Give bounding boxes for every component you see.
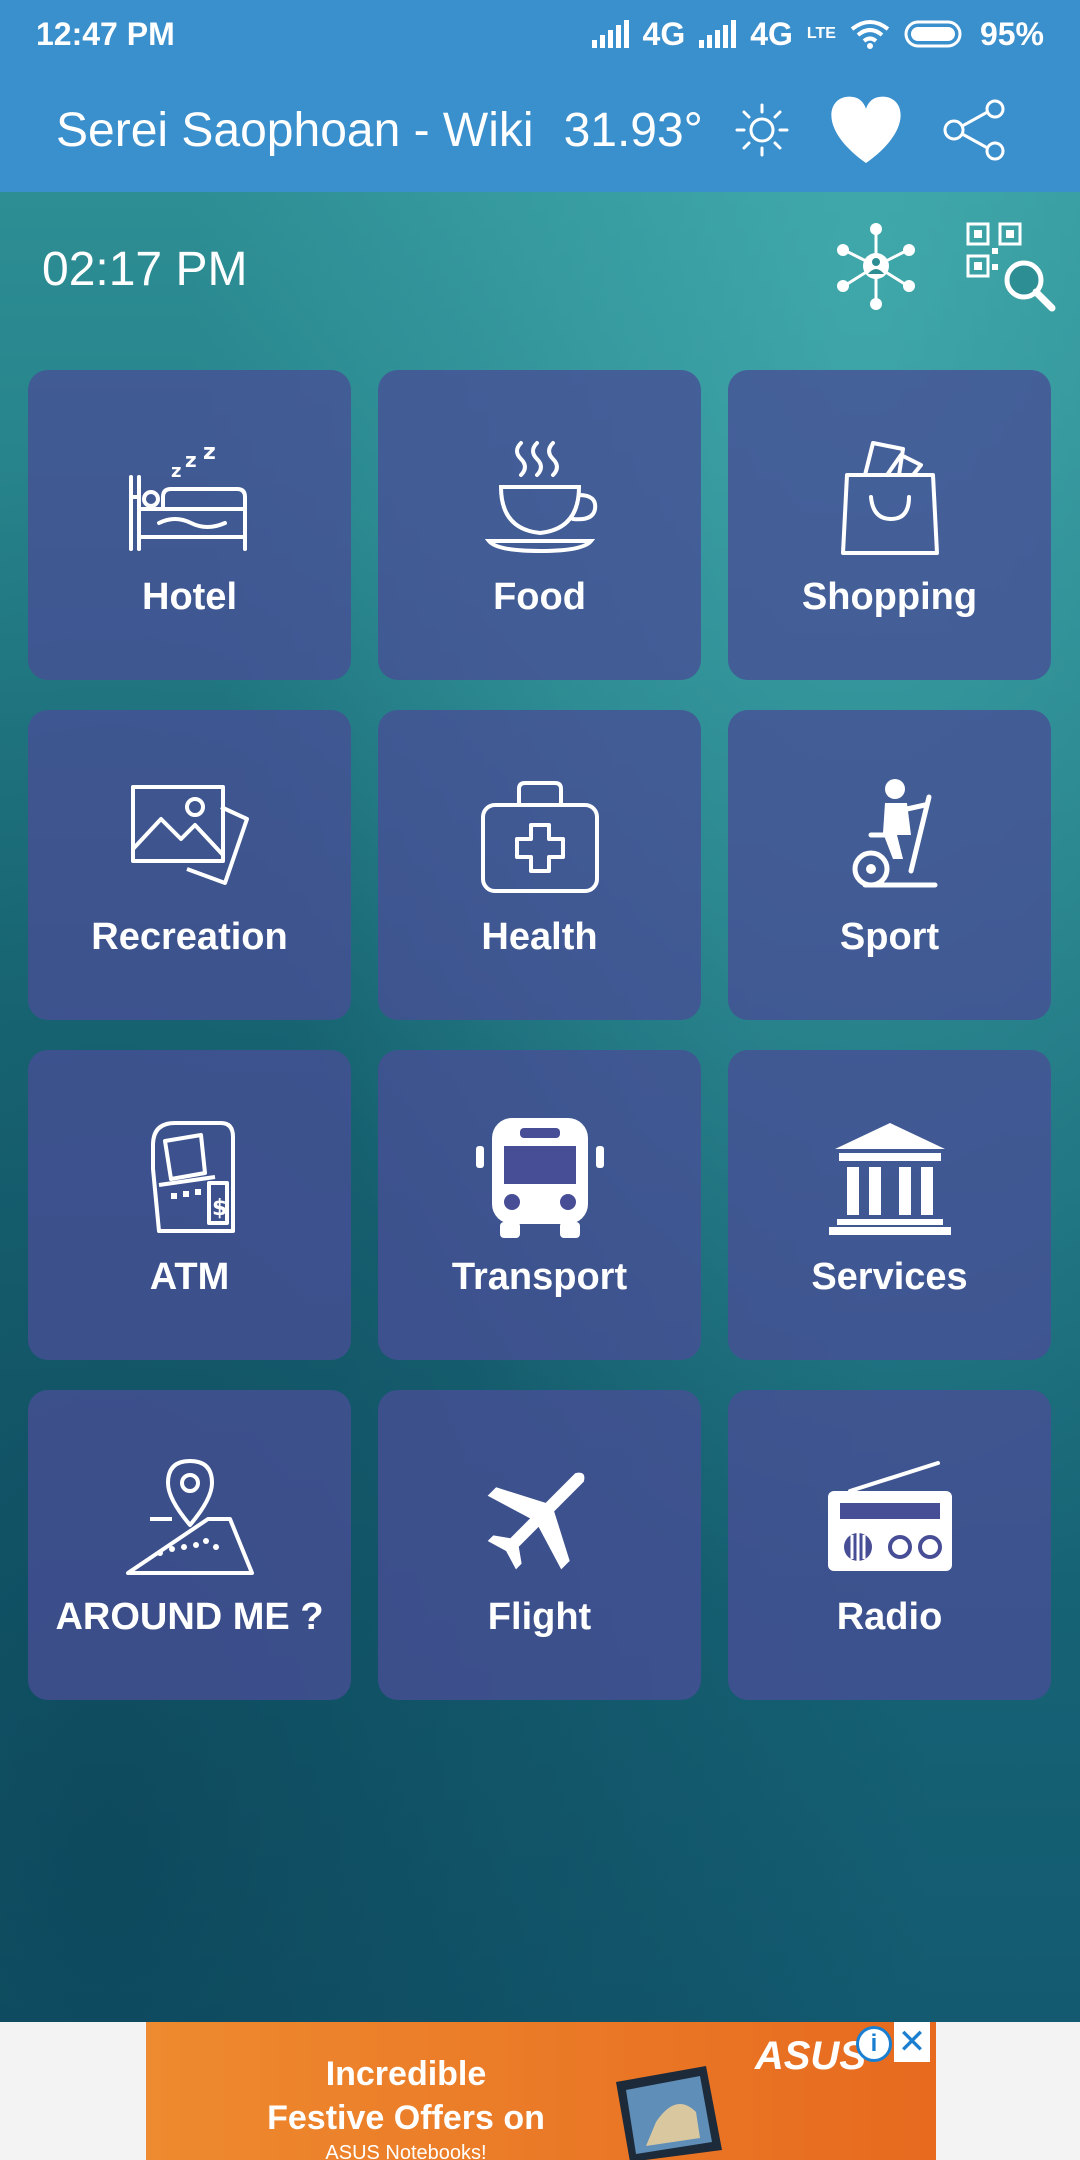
sun-icon[interactable]	[733, 101, 791, 159]
coffee-cup-icon	[484, 440, 597, 553]
bus-icon	[475, 1117, 604, 1238]
battery-icon	[904, 20, 962, 48]
tile-label: AROUND ME ?	[55, 1595, 324, 1638]
tile-recreation[interactable]: Recreation	[28, 710, 351, 1020]
wifi-icon	[850, 20, 890, 49]
tile-label: ATM	[149, 1255, 230, 1298]
government-building-icon	[828, 1122, 951, 1235]
tile-label: Sport	[839, 915, 940, 958]
category-grid: z z z Hotel Food Shopping Recreation Hea…	[28, 370, 1052, 1700]
share-icon[interactable]	[941, 99, 1009, 161]
network-label-1: 4G	[642, 15, 686, 52]
tile-label: Food	[493, 575, 586, 618]
radio-icon	[827, 1460, 952, 1571]
qr-search-icon[interactable]	[964, 220, 1056, 312]
tile-label: Recreation	[91, 915, 288, 958]
pictures-icon	[130, 784, 249, 885]
app-title: Serei Saophoan - Wiki	[56, 103, 534, 157]
ad-close-icon[interactable]: ✕	[894, 2022, 930, 2062]
tile-hotel[interactable]: z z z Hotel	[28, 370, 351, 680]
main-content: 02:17 PM z z z Hotel Food Shopping Recre…	[0, 192, 1080, 2022]
temperature: 31.93°	[563, 103, 703, 157]
battery-percent: 95%	[979, 15, 1044, 52]
first-aid-kit-icon	[480, 780, 599, 893]
svg-text:$: $	[212, 1196, 227, 1221]
shopping-bag-icon	[840, 440, 939, 555]
content-actions	[830, 220, 1056, 312]
heart-icon[interactable]	[825, 95, 907, 165]
tile-label: Hotel	[142, 575, 237, 618]
atm-machine-icon: $	[150, 1120, 235, 1233]
ad-info-icon[interactable]: i	[856, 2026, 892, 2062]
exercise-bike-icon	[852, 778, 937, 887]
airplane-icon	[487, 1472, 584, 1569]
app-bar: Serei Saophoan - Wiki 31.93°	[0, 68, 1080, 192]
ad-headline: Incredible Festive Offers on	[146, 2052, 666, 2140]
laptop-image	[616, 2066, 722, 2160]
tile-food[interactable]: Food	[378, 370, 701, 680]
svg-text:z: z	[171, 461, 181, 482]
local-clock: 02:17 PM	[42, 243, 248, 296]
network-people-icon[interactable]	[830, 220, 922, 312]
ad-line-2: Festive Offers on	[267, 2099, 545, 2137]
tile-transport[interactable]: Transport	[378, 1050, 701, 1360]
tile-sport[interactable]: Sport	[728, 710, 1051, 1020]
tile-label: Flight	[487, 1595, 592, 1638]
tile-flight[interactable]: Flight	[378, 1390, 701, 1700]
ad-line-1: Incredible	[325, 2055, 487, 2093]
tile-label: Shopping	[801, 575, 978, 618]
tile-around-me[interactable]: AROUND ME ?	[28, 1390, 351, 1700]
app-bar-actions	[733, 95, 1009, 165]
bed-icon: z z z	[128, 440, 247, 551]
svg-text:z: z	[185, 448, 197, 472]
tile-label: Radio	[836, 1595, 943, 1638]
tile-services[interactable]: Services	[728, 1050, 1051, 1360]
tile-shopping[interactable]: Shopping	[728, 370, 1051, 680]
tile-health[interactable]: Health	[378, 710, 701, 1020]
status-bar: 12:47 PM 4G 4G LTE 95%	[0, 0, 1080, 68]
ad-container: Incredible Festive Offers on ASUS Notebo…	[0, 2022, 1080, 2160]
tile-atm[interactable]: $ ATM	[28, 1050, 351, 1360]
ad-banner[interactable]: Incredible Festive Offers on ASUS Notebo…	[146, 2022, 936, 2160]
signal-icon-2	[699, 20, 737, 48]
volte-label: LTE	[806, 25, 836, 42]
tile-label: Transport	[451, 1255, 628, 1298]
signal-icon	[591, 20, 629, 48]
map-pin-icon	[125, 1458, 254, 1575]
network-label-2: 4G	[750, 15, 793, 52]
tile-label: Health	[481, 915, 598, 958]
ad-line-3: ASUS Notebooks!	[325, 2142, 487, 2160]
svg-text:z: z	[203, 440, 216, 465]
tile-radio[interactable]: Radio	[728, 1390, 1051, 1700]
tile-label: Services	[811, 1255, 968, 1298]
ad-brand-logo: ASUS	[754, 2034, 866, 2078]
status-icons: 4G 4G LTE 95%	[591, 15, 1044, 53]
status-time: 12:47 PM	[36, 15, 175, 52]
